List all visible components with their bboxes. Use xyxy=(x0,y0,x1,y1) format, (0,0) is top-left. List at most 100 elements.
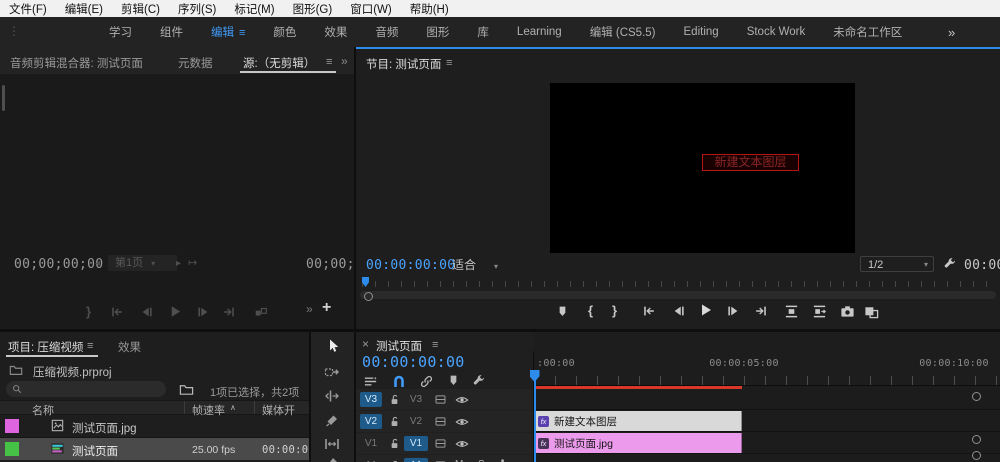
project-panel-menu-icon[interactable]: ≡ xyxy=(87,340,93,352)
track-target-v2[interactable]: V2 xyxy=(404,414,428,429)
project-item-row[interactable]: 测试页面.jpg xyxy=(0,415,309,437)
add-marker-button[interactable] xyxy=(556,305,569,318)
comparison-view-button[interactable] xyxy=(864,304,879,319)
tab-audio-clip-mixer[interactable]: 音频剪辑混合器: 测试页面 xyxy=(10,55,143,71)
workspace-stock-work[interactable]: Stock Work xyxy=(733,26,820,38)
workspace-audio[interactable]: 音频 xyxy=(361,24,412,40)
page-selector-dropdown[interactable]: 第1页▾ xyxy=(108,255,177,271)
step-forward-button[interactable] xyxy=(726,304,740,318)
source-goto-out-button[interactable] xyxy=(222,305,236,319)
sync-lock-icon[interactable] xyxy=(434,437,447,450)
workspace-assembly[interactable]: 组件 xyxy=(146,24,197,40)
menu-window[interactable]: 窗口(W) xyxy=(341,1,401,17)
workspace-graphics[interactable]: 图形 xyxy=(412,24,463,40)
timeline-ruler[interactable] xyxy=(534,376,1000,385)
selection-tool[interactable] xyxy=(325,338,341,354)
track-lock-icon[interactable] xyxy=(388,393,401,406)
sync-lock-icon[interactable] xyxy=(434,415,447,428)
workspace-edit-cs55[interactable]: 编辑 (CS5.5) xyxy=(576,24,670,40)
mark-in-button[interactable]: { xyxy=(588,303,593,318)
ripple-edit-tool[interactable] xyxy=(324,388,340,404)
tab-metadata[interactable]: 元数据 xyxy=(178,55,213,71)
sort-ascending-icon[interactable]: ∧ xyxy=(230,403,236,412)
program-settings-wrench-icon[interactable] xyxy=(943,257,957,271)
menu-edit[interactable]: 编辑(E) xyxy=(56,1,112,17)
timeline-scroll-handle[interactable] xyxy=(972,392,981,401)
source-patch-a1[interactable]: A1 xyxy=(360,458,382,462)
source-mark-out-button[interactable]: } xyxy=(86,304,91,319)
search-input[interactable] xyxy=(6,381,166,397)
workspace-unnamed[interactable]: 未命名工作区 xyxy=(819,24,916,40)
workspace-overflow-icon[interactable]: » xyxy=(948,25,955,40)
menu-graphics[interactable]: 图形(G) xyxy=(284,1,342,17)
workspace-editing-active[interactable]: 编辑≡ xyxy=(197,24,259,40)
source-play-button[interactable] xyxy=(168,304,183,319)
source-patch-v3[interactable]: V3 xyxy=(360,392,382,407)
menu-help[interactable]: 帮助(H) xyxy=(401,1,458,17)
menu-marker[interactable]: 标记(M) xyxy=(225,1,283,17)
sync-lock-icon[interactable] xyxy=(434,393,447,406)
timeline-panel-menu-icon[interactable]: ≡ xyxy=(432,339,438,351)
menu-file[interactable]: 文件(F) xyxy=(0,1,56,17)
timeline-scroll-handle[interactable] xyxy=(972,451,981,460)
item-name[interactable]: 测试页面 xyxy=(72,443,118,459)
track-lane-a1[interactable] xyxy=(534,455,1000,462)
project-file-breadcrumb[interactable]: 压缩视频.prproj xyxy=(33,364,112,380)
razor-tool[interactable] xyxy=(324,412,340,428)
voiceover-mic-icon[interactable] xyxy=(496,458,509,462)
snap-magnet-icon[interactable] xyxy=(391,373,407,389)
workspace-menu-icon[interactable]: ≡ xyxy=(239,27,245,39)
program-scrollbar[interactable] xyxy=(360,291,996,299)
linked-selection-icon[interactable] xyxy=(419,374,434,389)
workspace-learn[interactable]: 学习 xyxy=(95,24,146,40)
goto-out-button[interactable] xyxy=(754,304,768,318)
label-color-swatch[interactable] xyxy=(5,419,19,433)
program-monitor-canvas[interactable]: 新建文本图层 xyxy=(550,83,855,253)
goto-in-button[interactable] xyxy=(642,304,656,318)
workspace-libraries[interactable]: 库 xyxy=(463,24,503,40)
workspace-editing-en[interactable]: Editing xyxy=(670,26,733,38)
track-lane-v2[interactable]: fx 新建文本图层 xyxy=(534,411,1000,432)
track-target-v3[interactable]: V3 xyxy=(404,392,428,407)
program-panel-menu-icon[interactable]: ≡ xyxy=(446,57,452,69)
label-color-swatch[interactable] xyxy=(5,442,19,456)
step-back-button[interactable] xyxy=(672,304,686,318)
source-panel-scrollbar[interactable] xyxy=(2,85,5,111)
program-panel-title[interactable]: 节目: 测试页面 xyxy=(366,56,441,72)
source-tabs-overflow-icon[interactable]: » xyxy=(341,54,348,68)
project-item-row-selected[interactable]: 测试页面 25.00 fps 00:00:0 xyxy=(0,438,309,460)
mark-out-button[interactable]: } xyxy=(612,303,617,318)
lift-button[interactable] xyxy=(784,304,799,319)
page-jump-icon[interactable]: ↦ xyxy=(188,256,197,269)
timeline-close-icon[interactable]: × xyxy=(362,337,369,351)
tab-source-monitor[interactable]: 源:（无剪辑） xyxy=(243,55,315,71)
source-patch-v2[interactable]: V2 xyxy=(360,414,382,429)
menu-sequence[interactable]: 序列(S) xyxy=(169,1,225,17)
track-lane-v3[interactable] xyxy=(534,389,1000,410)
clip-image[interactable]: fx 测试页面.jpg xyxy=(534,433,742,453)
track-target-a1[interactable]: A1 xyxy=(404,458,428,462)
slip-tool[interactable] xyxy=(324,436,340,452)
program-scrollbar-handle[interactable] xyxy=(364,292,373,301)
column-separator[interactable] xyxy=(254,401,255,414)
source-add-button[interactable]: + xyxy=(322,299,331,317)
zoom-level-dropdown[interactable]: 适合▾ xyxy=(452,257,514,273)
track-lane-v1[interactable]: fx 测试页面.jpg xyxy=(534,433,1000,454)
track-lock-icon[interactable] xyxy=(388,437,401,450)
tab-project[interactable]: 项目: 压缩视频 xyxy=(8,339,83,355)
timeline-position-timecode[interactable]: 00:00:00:00 xyxy=(362,353,465,371)
workspace-learning[interactable]: Learning xyxy=(503,26,576,38)
source-transport-overflow-icon[interactable]: » xyxy=(306,302,313,316)
track-visibility-eye-icon[interactable] xyxy=(455,393,469,407)
source-patch-v1[interactable]: V1 xyxy=(360,436,382,451)
column-separator[interactable] xyxy=(184,401,185,414)
track-target-v1[interactable]: V1 xyxy=(404,436,428,451)
source-goto-in-button[interactable] xyxy=(110,305,124,319)
source-overwrite-button[interactable] xyxy=(254,305,268,319)
clip-text-layer[interactable]: fx 新建文本图层 xyxy=(534,411,742,431)
source-panel-menu-icon[interactable]: ≡ xyxy=(326,56,332,68)
track-select-forward-tool[interactable] xyxy=(324,364,340,380)
menu-clip[interactable]: 剪辑(C) xyxy=(112,1,169,17)
find-bin-button[interactable] xyxy=(179,382,194,397)
export-frame-camera-button[interactable] xyxy=(840,304,855,319)
